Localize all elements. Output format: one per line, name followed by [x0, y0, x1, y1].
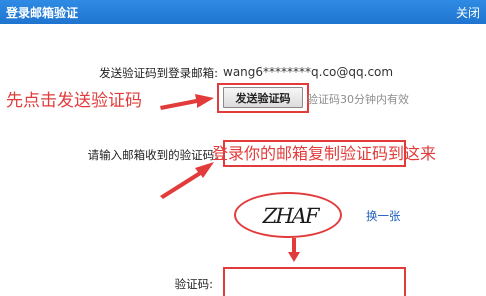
arrow-icon — [160, 162, 214, 199]
dialog-title: 登录邮箱验证 — [6, 6, 79, 20]
step1-annotation: 先点击发送验证码 — [6, 91, 142, 111]
validity-hint: 验证码30分钟内有效 — [307, 93, 409, 106]
arrow-icon — [160, 94, 214, 110]
email-value: wang6********q.co@qq.com — [223, 65, 394, 79]
email-code-label: 请输入邮箱收到的验证码: — [87, 148, 218, 162]
email-label: 发送验证码到登录邮箱: — [99, 66, 218, 80]
send-code-button[interactable]: 发送验证码 — [223, 87, 303, 108]
arrow-icon — [288, 238, 300, 262]
captcha-input[interactable] — [223, 267, 406, 296]
step2-annotation: 登录你的邮箱复制验证码到这来 — [212, 144, 437, 163]
dialog-titlebar: 登录邮箱验证 关闭 — [0, 0, 486, 24]
captcha-image: ZHAF — [260, 204, 320, 228]
close-button[interactable]: 关闭 — [456, 4, 480, 21]
refresh-captcha-link[interactable]: 换一张 — [366, 208, 401, 224]
captcha-label: 验证码: — [174, 277, 213, 291]
